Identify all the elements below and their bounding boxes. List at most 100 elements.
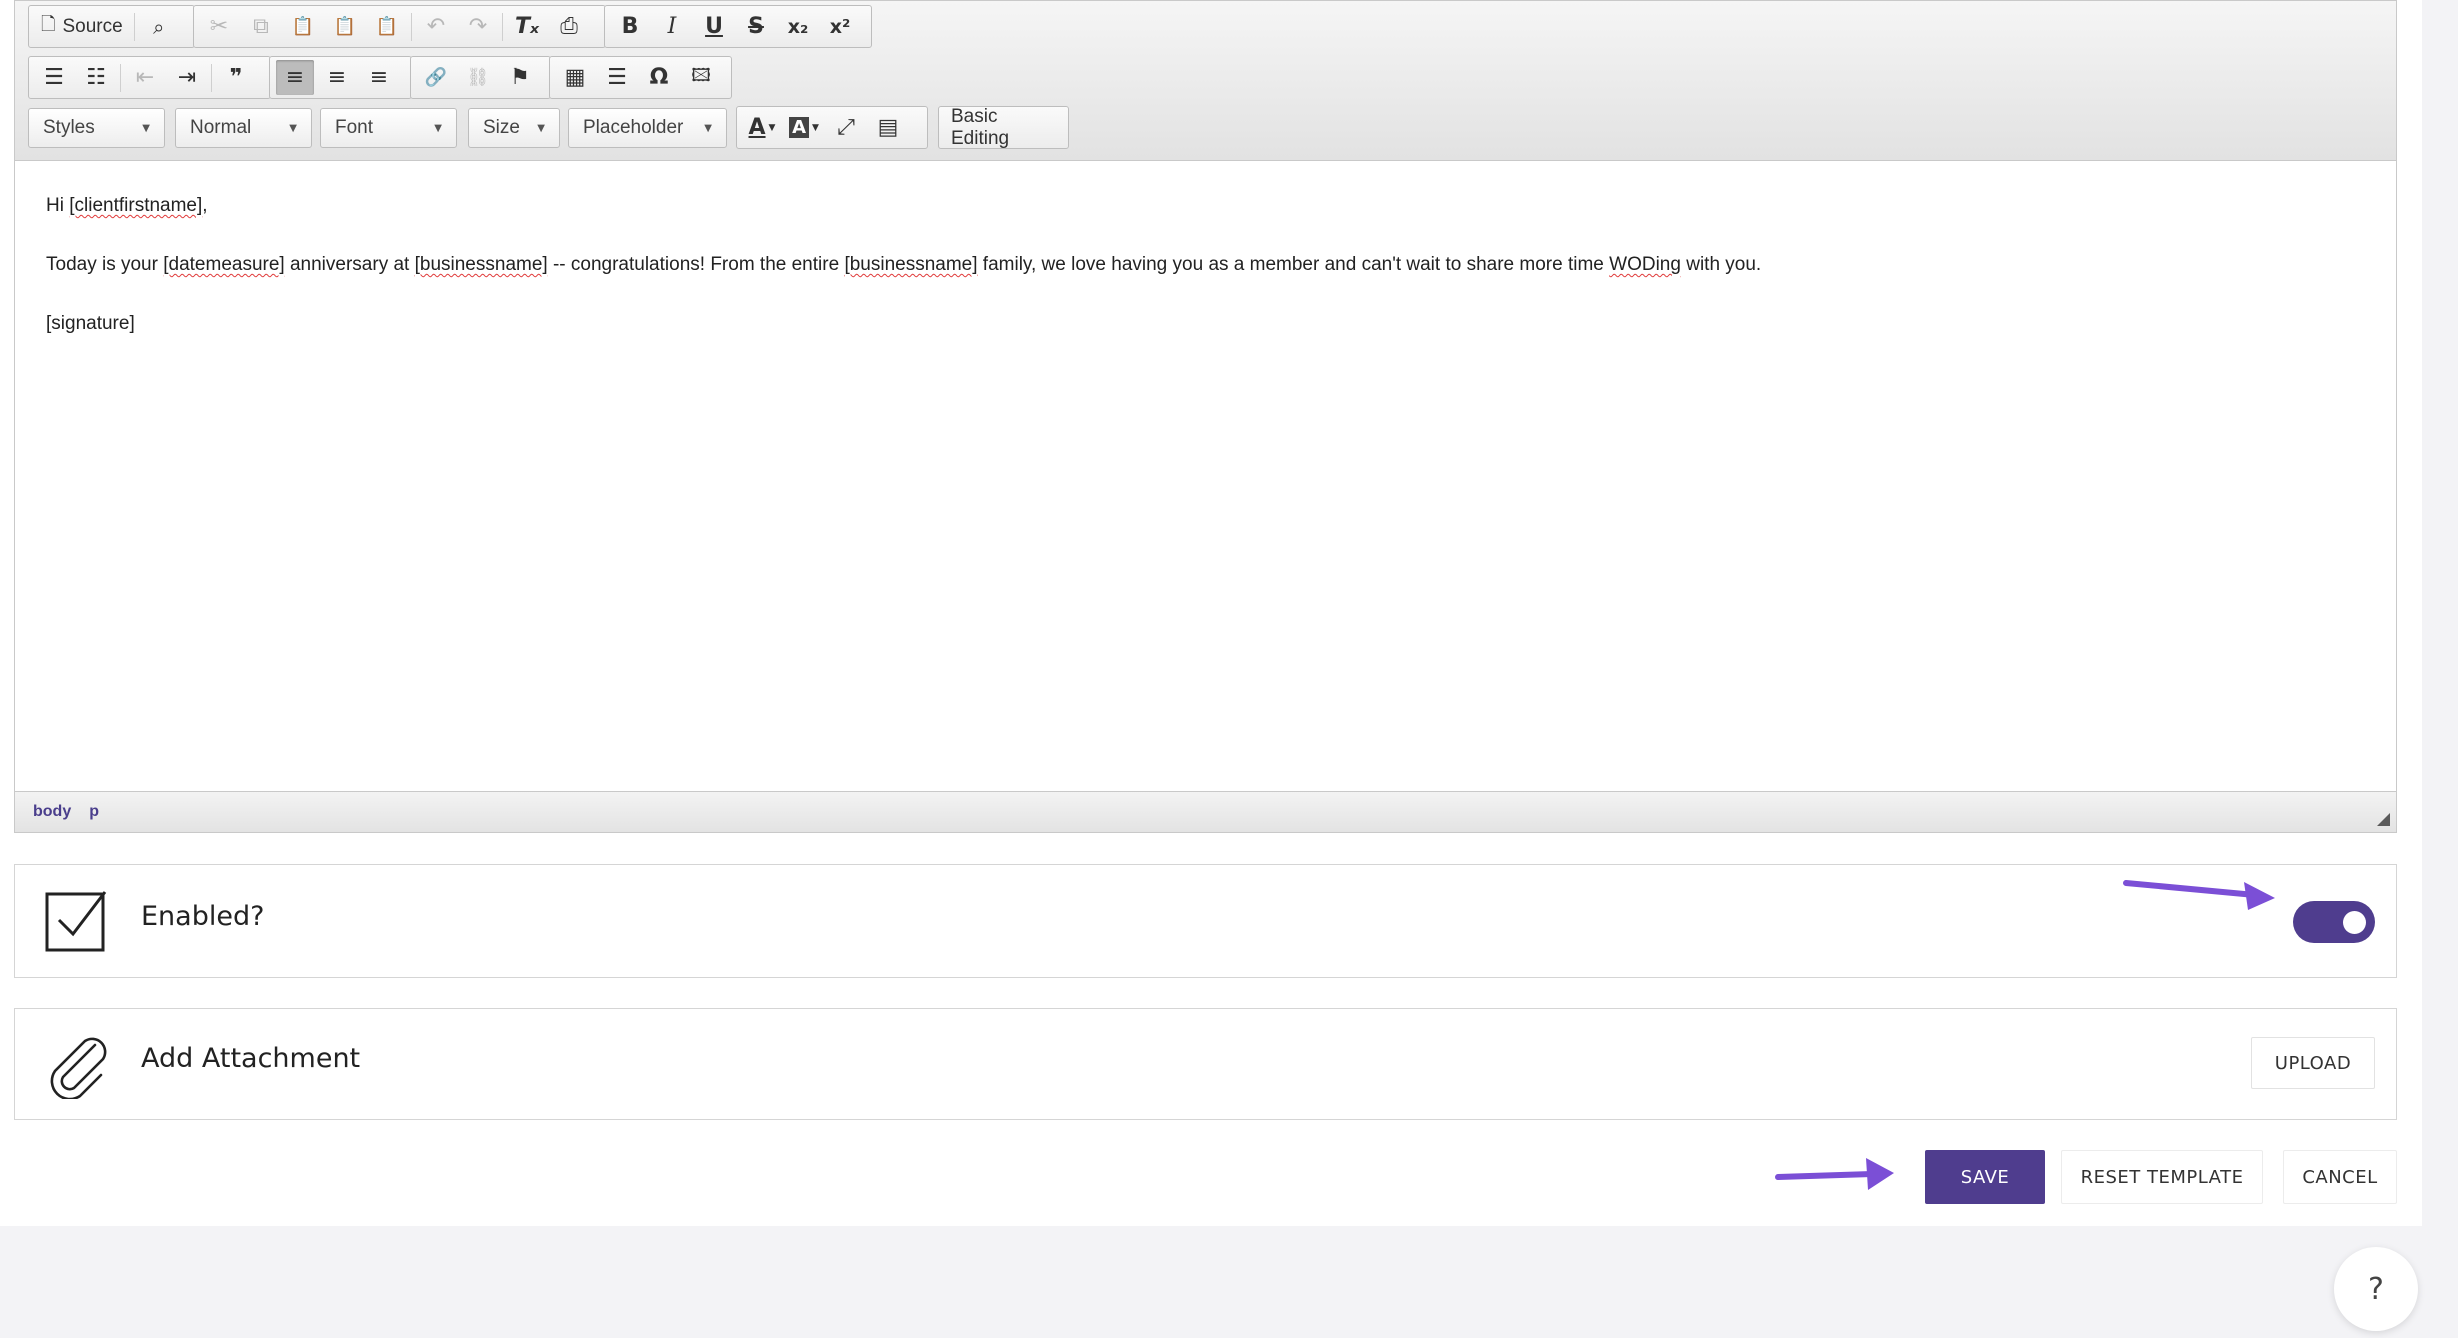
maximize-icon: ⤢	[837, 115, 855, 140]
toolbar-group-lists: ☰ ☷ ⇤ ⇥ ❞	[28, 56, 271, 99]
italic-button[interactable]: I	[653, 9, 691, 44]
placeholder-dropdown[interactable]: Placeholder ▼	[568, 108, 727, 148]
paste-button[interactable]: 📋	[284, 9, 322, 44]
toolbar-group-mode: Basic Editing	[938, 106, 1069, 149]
enabled-toggle[interactable]	[2293, 901, 2375, 943]
basic-editing-button[interactable]: Basic Editing	[945, 106, 1062, 149]
element-path-p[interactable]: p	[89, 803, 99, 821]
preview-button[interactable]: ⌕	[140, 9, 178, 44]
show-blocks-button[interactable]: ▤	[869, 110, 907, 145]
undo-button[interactable]: ↶	[417, 9, 455, 44]
body-paragraph: Today is your [datemeasure] anniversary …	[46, 254, 2365, 277]
enabled-label: Enabled?	[141, 901, 265, 932]
subscript-button[interactable]: x₂	[779, 9, 817, 44]
source-button[interactable]: 🗋 Source	[35, 9, 129, 44]
clipboard-word-icon: 📋	[375, 16, 399, 37]
copy-icon: ⧉	[253, 14, 269, 39]
text-color-button[interactable]: A ▼	[743, 110, 781, 145]
underline-icon: U	[705, 14, 723, 39]
italic-icon: I	[667, 14, 677, 39]
background-color-button[interactable]: A ▼	[785, 110, 823, 145]
save-button[interactable]: SAVE	[1925, 1150, 2045, 1204]
print-button[interactable]: ⎙	[550, 9, 588, 44]
toolbar-separator	[120, 63, 121, 92]
indent-button[interactable]: ⇥	[168, 60, 206, 95]
numbered-list-button[interactable]: ☰	[35, 60, 73, 95]
table-button[interactable]: ▦	[556, 60, 594, 95]
chevron-down-icon: ▼	[142, 122, 150, 134]
paste-word-button[interactable]: 📋	[368, 9, 406, 44]
printer-icon: ⎙	[560, 14, 578, 39]
toolbar-separator	[211, 63, 212, 92]
anchor-button[interactable]: ⚑	[501, 60, 539, 95]
placeholder-tag: [datemeasure]	[163, 253, 285, 275]
placeholder-dropdown-label: Placeholder	[583, 117, 684, 138]
text-run: ,	[202, 195, 208, 216]
align-left-icon: ≡	[285, 65, 305, 90]
superscript-icon: x²	[829, 15, 851, 38]
remove-format-icon: Tₓ	[514, 14, 540, 39]
text-run: family, we love having you as a member a…	[977, 253, 1610, 275]
paperclip-icon	[50, 1037, 107, 1099]
horizontal-line-button[interactable]: ☰	[598, 60, 636, 95]
special-char-button[interactable]: Ω	[640, 60, 678, 95]
underline-button[interactable]: U	[695, 9, 733, 44]
clipboard-text-icon: 📋	[333, 16, 357, 37]
bulleted-list-button[interactable]: ☷	[77, 60, 115, 95]
cut-button[interactable]: ✂	[200, 9, 238, 44]
paste-text-button[interactable]: 📋	[326, 9, 364, 44]
annotation-arrow-icon	[1775, 1158, 1894, 1190]
chevron-down-icon: ▼	[537, 122, 545, 134]
help-button[interactable]: ?	[2334, 1247, 2418, 1331]
align-center-icon: ≡	[327, 65, 347, 90]
align-right-button[interactable]: ≡	[360, 60, 398, 95]
format-dropdown-label: Normal	[190, 117, 252, 138]
upload-button[interactable]: UPLOAD	[2251, 1037, 2375, 1089]
toolbar-group-colors: A ▼ A ▼ ⤢ ▤	[736, 106, 928, 149]
maximize-button[interactable]: ⤢	[827, 110, 865, 145]
blockquote-button[interactable]: ❞	[217, 60, 255, 95]
add-attachment-label: Add Attachment	[141, 1043, 361, 1074]
unlink-icon: ⛓	[466, 67, 490, 88]
toolbar-group-insert: ▦ ☰ Ω 🖾	[549, 56, 732, 99]
redo-button[interactable]: ↷	[459, 9, 497, 44]
basic-editing-label: Basic Editing	[951, 105, 1010, 149]
link-button[interactable]: 🔗	[417, 60, 455, 95]
image-button[interactable]: 🖾	[682, 60, 720, 95]
toolbar-group-document: 🗋 Source ⌕	[28, 5, 195, 48]
font-dropdown[interactable]: Font ▼	[320, 108, 457, 148]
editor-content[interactable]: Hi [clientfirstname], Today is your [dat…	[15, 161, 2396, 791]
format-dropdown[interactable]: Normal ▼	[175, 108, 312, 148]
align-left-button[interactable]: ≡	[276, 60, 314, 95]
placeholder-tag: [businessname]	[414, 253, 548, 275]
superscript-button[interactable]: x²	[821, 9, 859, 44]
styles-dropdown-label: Styles	[43, 117, 95, 138]
styles-dropdown[interactable]: Styles ▼	[28, 108, 165, 148]
blockquote-icon: ❞	[229, 65, 243, 90]
attachment-panel: Add Attachment UPLOAD	[14, 1008, 2397, 1120]
resize-handle[interactable]	[2377, 813, 2390, 826]
copy-button[interactable]: ⧉	[242, 9, 280, 44]
size-dropdown[interactable]: Size ▼	[468, 108, 560, 148]
cancel-button[interactable]: CANCEL	[2283, 1150, 2397, 1204]
remove-format-button[interactable]: Tₓ	[508, 9, 546, 44]
unlink-button[interactable]: ⛓	[459, 60, 497, 95]
strike-button[interactable]: S	[737, 9, 775, 44]
reset-template-button[interactable]: RESET TEMPLATE	[2061, 1150, 2263, 1204]
editor-statusbar: body p	[15, 791, 2396, 832]
clipboard-icon: 📋	[291, 16, 315, 37]
help-label: ?	[2368, 1271, 2384, 1307]
flag-icon: ⚑	[510, 65, 530, 90]
outdent-button[interactable]: ⇤	[126, 60, 164, 95]
bold-button[interactable]: B	[611, 9, 649, 44]
text-color-icon: A	[748, 115, 766, 140]
chevron-down-icon: ▼	[434, 122, 442, 134]
align-center-button[interactable]: ≡	[318, 60, 356, 95]
toolbar-separator	[133, 12, 135, 41]
toggle-knob	[2343, 911, 2366, 934]
chevron-down-icon: ▼	[289, 122, 297, 134]
omega-icon: Ω	[649, 65, 669, 90]
strikethrough-icon: S	[748, 14, 764, 39]
toolbar-separator	[411, 12, 412, 41]
element-path-body[interactable]: body	[33, 803, 71, 821]
